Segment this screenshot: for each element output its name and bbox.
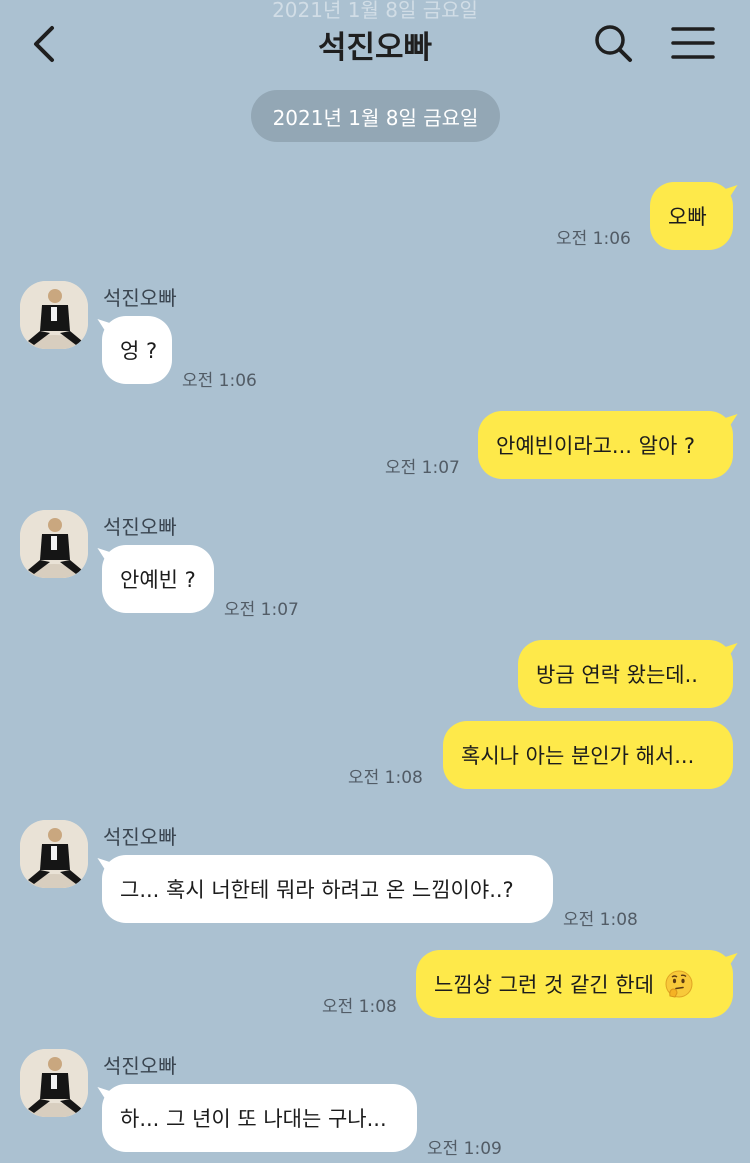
- sender-name: 석진오빠: [103, 825, 177, 849]
- back-button[interactable]: [26, 22, 66, 66]
- thinking-face-emoji: [665, 970, 693, 998]
- message-time: 오전 1:08: [563, 910, 638, 930]
- incoming-message-bubble[interactable]: 그... 혹시 너한테 뭐라 하려고 온 느낌이야..?: [102, 855, 553, 923]
- message-text: 안예빈 ?: [120, 568, 196, 592]
- message-text: 그... 혹시 너한테 뭐라 하려고 온 느낌이야..?: [120, 878, 514, 902]
- message-time: 오전 1:07: [385, 458, 460, 478]
- outgoing-message-bubble[interactable]: 혹시나 아는 분인가 해서...: [443, 721, 733, 789]
- incoming-message-bubble[interactable]: 안예빈 ?: [102, 545, 214, 613]
- avatar[interactable]: [20, 281, 88, 349]
- avatar-photo: [20, 820, 88, 888]
- message-text: 느낌상 그런 것 같긴 한데: [434, 973, 654, 997]
- message-time: 오전 1:06: [556, 229, 631, 249]
- message-time: 오전 1:07: [224, 600, 299, 620]
- sender-name: 석진오빠: [103, 286, 177, 310]
- message-text: 엉 ?: [120, 339, 158, 363]
- incoming-message-bubble[interactable]: 하... 그 년이 또 나대는 구나...: [102, 1084, 417, 1152]
- date-divider: 2021년 1월 8일 금요일: [251, 90, 500, 142]
- message-text: 하... 그 년이 또 나대는 구나...: [120, 1107, 387, 1131]
- message-time: 오전 1:08: [348, 768, 423, 788]
- message-text: 방금 연락 왔는데..: [536, 663, 698, 687]
- search-button[interactable]: [592, 22, 636, 66]
- back-chevron-icon: [34, 26, 54, 62]
- message-text: 오빠: [668, 205, 707, 229]
- message-time: 오전 1:08: [322, 997, 397, 1017]
- chat-header: 석진오빠: [0, 0, 750, 90]
- outgoing-message-bubble[interactable]: 안예빈이라고... 알아 ?: [478, 411, 733, 479]
- avatar-photo: [20, 510, 88, 578]
- search-icon: [595, 25, 632, 62]
- avatar-photo: [20, 1049, 88, 1117]
- chat-title: 석진오빠: [317, 30, 433, 66]
- incoming-message-bubble[interactable]: 엉 ?: [102, 316, 172, 384]
- sender-name: 석진오빠: [103, 515, 177, 539]
- message-time: 오전 1:09: [427, 1139, 502, 1159]
- outgoing-message-bubble[interactable]: 느낌상 그런 것 같긴 한데: [416, 950, 733, 1018]
- avatar[interactable]: [20, 820, 88, 888]
- avatar[interactable]: [20, 1049, 88, 1117]
- message-text: 안예빈이라고... 알아 ?: [496, 434, 696, 458]
- message-time: 오전 1:06: [182, 371, 257, 391]
- avatar[interactable]: [20, 510, 88, 578]
- menu-button[interactable]: [670, 24, 716, 64]
- sender-name: 석진오빠: [103, 1054, 177, 1078]
- outgoing-message-bubble[interactable]: 방금 연락 왔는데..: [518, 640, 733, 708]
- outgoing-message-bubble[interactable]: 오빠: [650, 182, 733, 250]
- hamburger-menu-icon: [671, 27, 715, 59]
- avatar-photo: [20, 281, 88, 349]
- message-text: 혹시나 아는 분인가 해서...: [461, 744, 695, 768]
